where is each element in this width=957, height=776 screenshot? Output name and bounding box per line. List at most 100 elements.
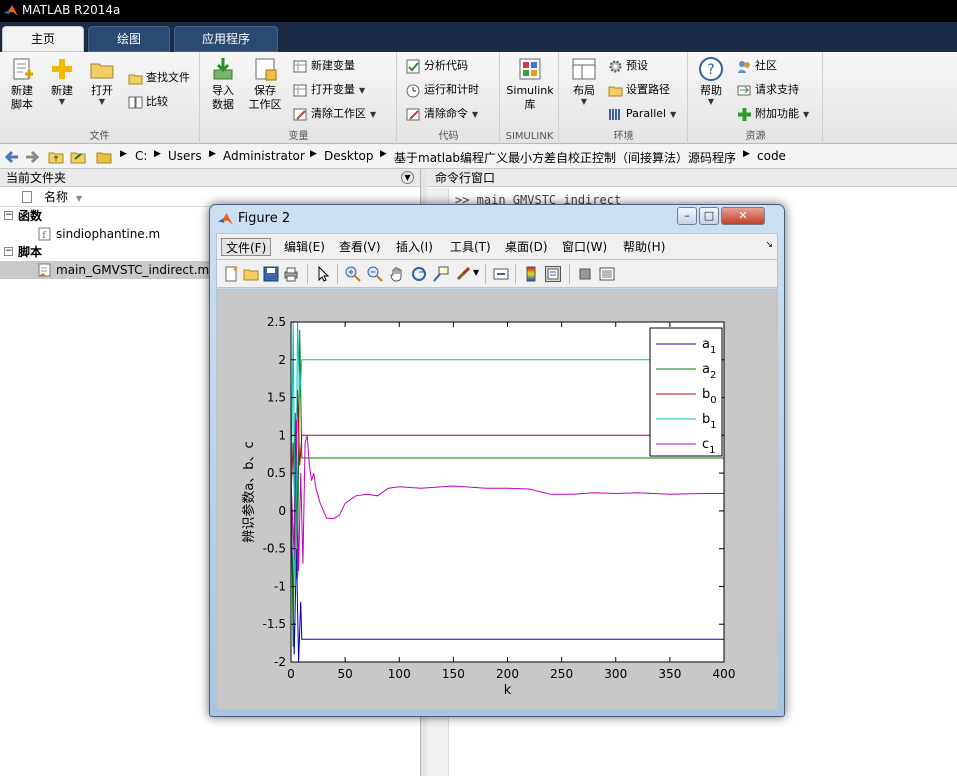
minimize-icon: – [684,209,690,222]
collapse-icon[interactable]: − [4,211,13,220]
chevron-down-icon: ▼ [670,110,677,119]
breadcrumb-item[interactable]: Users [168,149,202,163]
address-bar: ▶ C: ▶ Users ▶ Administrator ▶ Desktop ▶… [0,145,957,169]
figure-window: Figure 2 – □ ✕ 文件(F) 编辑(E) 查看(V) 插入(I) 工… [209,204,785,717]
tab-plots[interactable]: 绘图 [88,26,170,52]
clear-commands-button[interactable]: 清除命令 ▼ [406,104,478,124]
menu-file[interactable]: 文件(F) [221,238,272,256]
menu-window[interactable]: 窗口(W) [558,238,611,256]
breadcrumb-item[interactable]: Administrator [223,149,305,163]
addons-icon [738,107,751,121]
up-folder-icon[interactable] [48,149,64,165]
breadcrumb-item[interactable]: C: [135,149,147,163]
menubar-expand-icon[interactable]: ↘ [765,240,773,250]
ribbon-group-environment: 布局 ▼ 预设 设置路径 Parallel ▼ 环境 [560,52,688,144]
clear-commands-icon [406,108,420,120]
request-support-button[interactable]: 请求支持 [737,80,799,100]
compare-icon [128,96,143,108]
close-button[interactable]: ✕ [721,207,765,225]
menu-insert[interactable]: 插入(I) [392,238,437,256]
script-file-icon [38,263,51,277]
set-path-button[interactable]: 设置路径 [608,80,670,100]
rotate-3d-icon[interactable] [411,266,427,282]
new-label: 新建 [51,84,73,97]
find-files-button[interactable]: 查找文件 [128,68,190,88]
colorbar-icon[interactable] [523,266,539,282]
y-tick-label: -0.5 [263,542,286,556]
hide-plot-tools-icon[interactable] [577,266,593,282]
breadcrumb-item[interactable]: 基于matlab编程广义最小方差自校正控制（间接算法）源码程序 [394,149,736,166]
analyze-code-button[interactable]: 分析代码 [406,56,468,76]
link-plot-icon[interactable] [493,266,509,282]
save-workspace-button[interactable]: 保存 工作区 [245,56,285,124]
open-variable-button[interactable]: 打开变量 ▼ [293,80,365,100]
preferences-label: 预设 [626,59,648,72]
help-button[interactable]: ? 帮助 ▼ [691,56,731,124]
preferences-button[interactable]: 预设 [608,56,648,76]
request-support-label: 请求支持 [755,83,799,96]
ribbon: 新建 脚本 新建 ▼ 打开 ▼ 查找文件 比较 文件 导入 数据 保存 工作区 [0,52,957,144]
x-tick-label: 250 [550,667,573,681]
simulink-library-button[interactable]: Simulink 库 [505,56,555,124]
tab-home[interactable]: 主页 [2,26,84,52]
compare-button[interactable]: 比较 [128,92,168,112]
menu-tools[interactable]: 工具(T) [446,238,495,256]
maximize-button[interactable]: □ [699,207,719,225]
panel-menu-icon[interactable]: ▼ [401,171,414,184]
addons-button[interactable]: 附加功能 ▼ [737,104,809,124]
x-tick-label: 150 [442,667,465,681]
breadcrumb-item[interactable]: code [757,149,786,163]
new-script-button[interactable]: 新建 脚本 [2,56,42,124]
parallel-button[interactable]: Parallel ▼ [608,104,676,124]
group-label-file: 文件 [89,131,110,142]
zoom-in-icon[interactable] [345,266,361,282]
clear-workspace-button[interactable]: 清除工作区 ▼ [293,104,376,124]
chevron-down-icon: ▼ [803,110,810,119]
save-icon[interactable] [263,266,279,282]
app-title: MATLAB R2014a [22,3,121,17]
menu-help[interactable]: 帮助(H) [619,238,669,256]
layout-button[interactable]: 布局 ▼ [564,56,604,124]
community-icon [738,60,750,73]
show-plot-tools-icon[interactable] [599,266,615,282]
new-button[interactable]: 新建 ▼ [42,56,82,124]
menu-view[interactable]: 查看(V) [335,238,385,256]
menu-edit[interactable]: 编辑(E) [280,238,329,256]
layout-label: 布局 [573,84,595,97]
group-label-environment: 环境 [613,131,634,142]
open-file-icon[interactable] [243,266,259,282]
open-button[interactable]: 打开 ▼ [82,56,122,124]
new-variable-button[interactable]: 新建变量 [293,56,355,76]
pan-hand-icon[interactable] [389,266,405,282]
new-figure-icon[interactable] [223,266,239,282]
minimize-button[interactable]: – [677,207,697,225]
browse-folder-icon[interactable] [70,149,86,165]
legend-icon[interactable] [545,266,561,282]
breadcrumb-item[interactable]: Desktop [324,149,374,163]
brush-dropdown-icon[interactable]: ▼ [473,268,479,277]
pointer-icon[interactable] [315,266,331,282]
data-cursor-icon[interactable] [433,266,449,282]
x-tick-label: 400 [713,667,736,681]
forward-icon[interactable] [24,149,40,165]
line-chart[interactable]: 0 50 100 150 200 250 300 350 400 -2 -1.5 -1 -0.5 0 0.5… [217,290,779,711]
collapse-icon[interactable]: − [4,247,13,256]
breadcrumb-separator-icon: ▶ [310,149,317,159]
menu-desktop[interactable]: 桌面(D) [501,238,552,256]
x-tick-label: 200 [496,667,519,681]
figure-title: Figure 2 [238,211,291,226]
zoom-out-icon[interactable] [367,266,383,282]
tab-apps[interactable]: 应用程序 [174,26,278,52]
run-and-time-button[interactable]: 运行和计时 [406,80,479,100]
back-icon[interactable] [4,149,20,165]
import-data-button[interactable]: 导入 数据 [203,56,243,124]
print-icon[interactable] [283,266,299,282]
save-workspace-icon [255,58,277,81]
x-tick-label: 50 [337,667,352,681]
matlab-logo-icon [218,213,233,225]
figure-menubar: 文件(F) 编辑(E) 查看(V) 插入(I) 工具(T) 桌面(D) 窗口(W… [216,233,778,260]
community-button[interactable]: 社区 [737,56,777,76]
brush-icon[interactable] [455,266,471,282]
ribbon-group-file: 新建 脚本 新建 ▼ 打开 ▼ 查找文件 比较 文件 [0,52,200,144]
breadcrumb-separator-icon: ▶ [380,149,387,159]
